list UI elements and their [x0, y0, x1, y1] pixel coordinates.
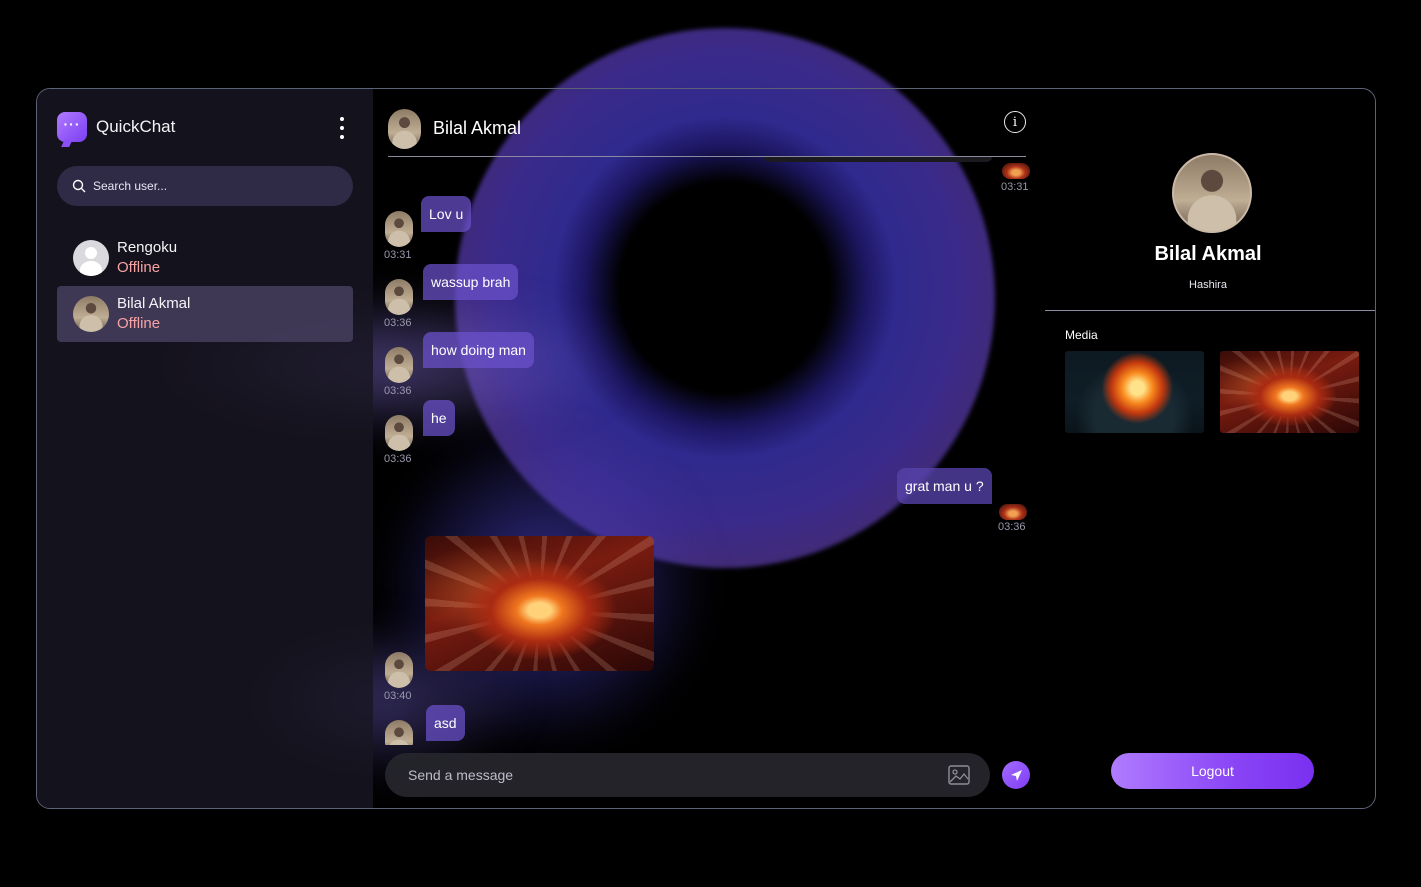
avatar [1002, 163, 1030, 179]
message-input[interactable] [408, 767, 928, 783]
avatar [388, 108, 421, 149]
avatar [385, 415, 413, 451]
user-name: Rengoku [117, 239, 178, 256]
avatar [385, 347, 413, 383]
user-status: Offline [117, 259, 161, 276]
sidebar: ··· QuickChat Rengoku Offline Bilal Akma… [37, 89, 373, 808]
message-bubble: wassup brah [423, 264, 519, 300]
app-name: QuickChat [96, 117, 176, 136]
logout-button[interactable]: Logout [1111, 753, 1314, 789]
user-name: Bilal Akmal [117, 295, 191, 312]
message-list[interactable]: 03:31 Lov u 03:31 wassup brah 03:36 how … [373, 157, 1041, 745]
media-thumbnail[interactable] [1065, 351, 1204, 433]
avatar [385, 652, 413, 688]
message-time: 03:36 [384, 385, 412, 397]
search-bar [57, 166, 353, 206]
chat-header: Bilal Akmal i [388, 101, 1026, 157]
message-bubble: Lov u [421, 196, 472, 232]
user-item-rengoku[interactable]: Rengoku Offline [57, 230, 353, 286]
default-avatar-icon [73, 240, 109, 276]
message-bubble: grat man u ? [897, 468, 992, 504]
message-bubble: asd [426, 705, 465, 741]
chat-container: Bilal Akmal i 03:31 Lov u 03:31 wassup b… [373, 89, 1041, 808]
info-icon[interactable]: i [1004, 111, 1026, 133]
message-bubble: he [423, 400, 455, 436]
message-time: 03:36 [384, 317, 412, 329]
image-upload-icon[interactable] [948, 765, 970, 785]
media-thumbnail[interactable] [1220, 351, 1359, 433]
avatar [385, 279, 413, 315]
message-composer [385, 753, 990, 797]
message-time: 03:36 [384, 453, 412, 465]
message-time: 03:40 [384, 690, 412, 702]
chat-contact-name: Bilal Akmal [433, 118, 522, 138]
message-bubble: how doing man [423, 332, 534, 368]
chat-bubble-logo-icon: ··· [57, 112, 87, 142]
avatar [385, 211, 413, 247]
message-time: 03:31 [384, 249, 412, 261]
profile-name: Bilal Akmal [1154, 243, 1262, 265]
user-list: Rengoku Offline Bilal Akmal Offline [57, 230, 353, 342]
profile-avatar [1172, 153, 1252, 233]
avatar [385, 720, 413, 745]
message-time: 03:36 [998, 521, 1026, 533]
profile-panel: Bilal Akmal Hashira Media Logout [1041, 89, 1375, 808]
profile-bio: Hashira [1189, 279, 1227, 291]
media-label: Media [1065, 328, 1098, 342]
user-item-bilal-akmal[interactable]: Bilal Akmal Offline [57, 286, 353, 342]
message-time: 03:31 [1001, 181, 1029, 193]
search-icon [72, 179, 86, 193]
avatar [73, 296, 109, 332]
message-image[interactable] [425, 536, 654, 671]
avatar [999, 504, 1027, 520]
user-status: Offline [117, 315, 161, 332]
more-menu-icon[interactable] [336, 117, 348, 139]
divider [1045, 310, 1375, 311]
app-window: ··· QuickChat Rengoku Offline Bilal Akma… [36, 88, 1376, 809]
send-icon [1010, 769, 1022, 781]
search-input[interactable] [93, 179, 323, 193]
message-image[interactable] [764, 157, 992, 162]
brand: ··· QuickChat [57, 109, 353, 145]
send-button[interactable] [1002, 761, 1030, 789]
